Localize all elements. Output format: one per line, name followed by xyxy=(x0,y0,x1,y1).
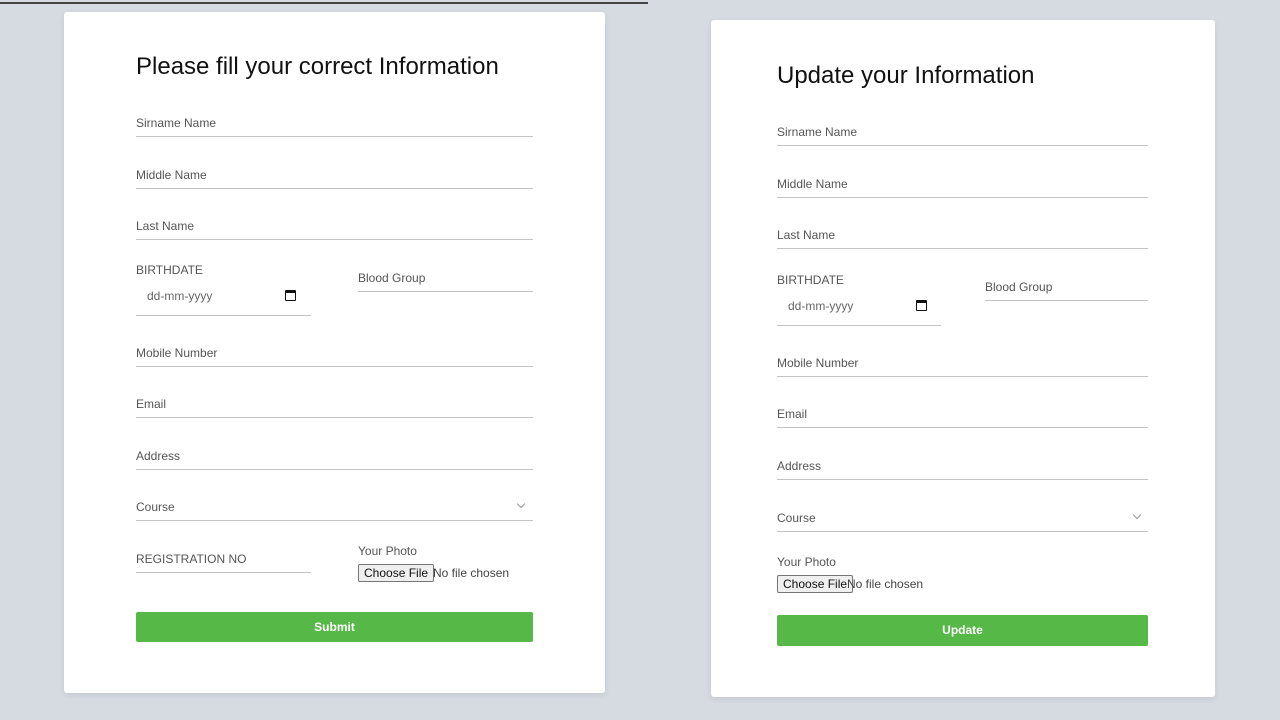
blood-group-label: Blood Group xyxy=(985,280,1053,294)
birthdate-field: BIRTHDATE dd-mm-yyyy xyxy=(777,273,941,326)
birthdate-label: BIRTHDATE xyxy=(136,263,203,277)
course-label: Course xyxy=(777,511,816,525)
email-field[interactable]: Email xyxy=(777,403,1148,428)
photo-label: Your Photo xyxy=(358,544,417,558)
blood-group-field[interactable]: Blood Group xyxy=(358,267,533,292)
email-field[interactable]: Email xyxy=(136,393,533,418)
calendar-icon[interactable] xyxy=(916,300,927,311)
mobile-number-label: Mobile Number xyxy=(777,356,859,370)
birthdate-input[interactable]: dd-mm-yyyy xyxy=(777,291,941,326)
email-label: Email xyxy=(777,407,808,421)
birthdate-placeholder: dd-mm-yyyy xyxy=(788,299,854,313)
address-label: Address xyxy=(777,459,822,473)
surname-label: Sirname Name xyxy=(777,125,858,139)
surname-label: Sirname Name xyxy=(136,116,217,130)
course-label: Course xyxy=(136,500,175,514)
registration-no-label: REGISTRATION NO xyxy=(136,552,247,566)
no-file-chosen-text: No file chosen xyxy=(847,577,924,591)
choose-file-button[interactable]: Choose File xyxy=(777,575,854,593)
last-name-field[interactable]: Last Name xyxy=(777,224,1148,249)
birthdate-field: BIRTHDATE dd-mm-yyyy xyxy=(136,263,311,316)
address-label: Address xyxy=(136,449,181,463)
top-border-line xyxy=(0,2,648,4)
registration-form-card: Please fill your correct Information Sir… xyxy=(64,12,605,693)
update-button[interactable]: Update xyxy=(777,615,1148,646)
mobile-number-field[interactable]: Mobile Number xyxy=(777,352,1148,377)
middle-name-field[interactable]: Middle Name xyxy=(777,173,1148,198)
middle-name-label: Middle Name xyxy=(777,177,848,191)
mobile-number-field[interactable]: Mobile Number xyxy=(136,342,533,367)
address-field[interactable]: Address xyxy=(136,445,533,470)
birthdate-placeholder: dd-mm-yyyy xyxy=(147,289,213,303)
surname-field[interactable]: Sirname Name xyxy=(136,112,533,137)
update-form-card: Update your Information Sirname Name Mid… xyxy=(711,20,1215,697)
chevron-down-icon xyxy=(516,499,526,509)
birthdate-label: BIRTHDATE xyxy=(777,273,844,287)
last-name-label: Last Name xyxy=(136,219,195,233)
form-title: Update your Information xyxy=(777,62,1035,89)
blood-group-field[interactable]: Blood Group xyxy=(985,276,1148,301)
course-select[interactable]: Course xyxy=(136,496,533,521)
photo-label: Your Photo xyxy=(777,555,836,569)
middle-name-field[interactable]: Middle Name xyxy=(136,164,533,189)
course-select[interactable]: Course xyxy=(777,507,1148,532)
choose-file-button[interactable]: Choose File xyxy=(358,564,435,582)
last-name-field[interactable]: Last Name xyxy=(136,215,533,240)
middle-name-label: Middle Name xyxy=(136,168,207,182)
birthdate-input[interactable]: dd-mm-yyyy xyxy=(136,281,311,316)
surname-field[interactable]: Sirname Name xyxy=(777,121,1148,146)
no-file-chosen-text: No file chosen xyxy=(433,566,510,580)
last-name-label: Last Name xyxy=(777,228,836,242)
calendar-icon[interactable] xyxy=(285,290,296,301)
form-title: Please fill your correct Information xyxy=(136,53,499,80)
chevron-down-icon xyxy=(1132,510,1142,520)
address-field[interactable]: Address xyxy=(777,455,1148,480)
blood-group-label: Blood Group xyxy=(358,271,426,285)
registration-no-field[interactable]: REGISTRATION NO xyxy=(136,548,311,573)
submit-button[interactable]: Submit xyxy=(136,612,533,642)
email-label: Email xyxy=(136,397,167,411)
mobile-number-label: Mobile Number xyxy=(136,346,218,360)
